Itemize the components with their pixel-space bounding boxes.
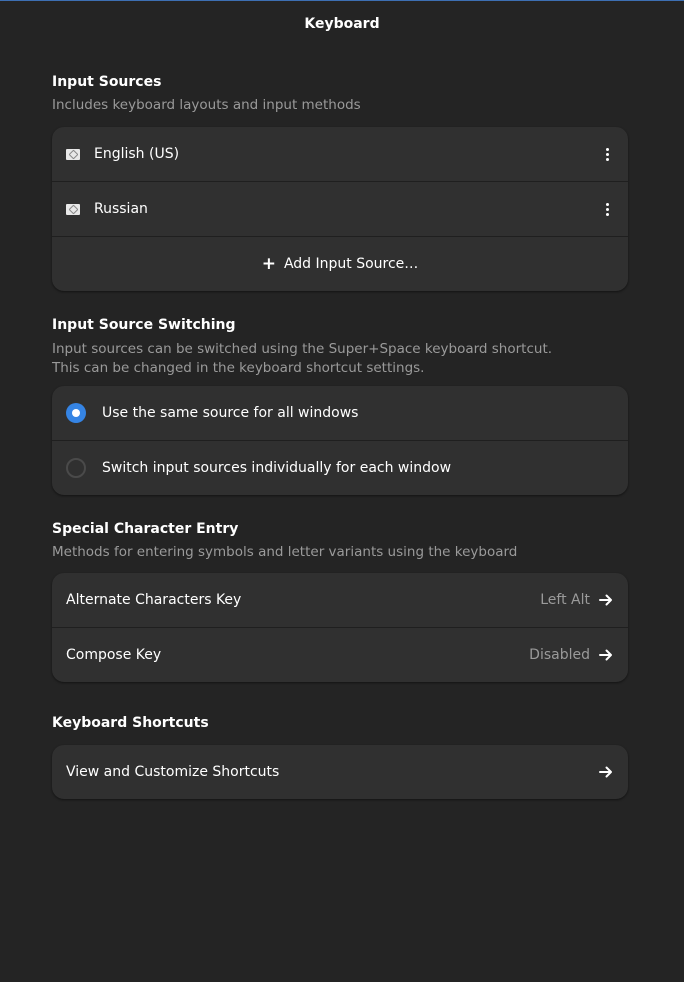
input-sources-title: Input Sources [52,74,162,90]
page-title: Keyboard [304,16,380,32]
add-input-source-label: Add Input Source… [283,256,419,272]
switch-option-label: Switch input sources individually for ea… [102,460,452,476]
special-character-section: Special Character Entry Methods for ente… [52,520,628,682]
keyboard-flag-icon [66,203,80,215]
switch-option-label: Use the same source for all windows [102,405,359,421]
switching-description-line: This can be changed in the keyboard shor… [52,360,425,376]
keyboard-flag-icon [66,148,80,160]
switching-section: Input Source Switching Input sources can… [52,316,628,495]
compose-key-label: Compose Key [66,647,162,663]
input-sources-card: English (US) Russian + Add Input Source… [52,127,628,291]
alternate-characters-key-label: Alternate Characters Key [66,592,242,608]
arrow-right-icon [599,766,612,778]
input-source-row-english[interactable]: English (US) [52,127,628,181]
add-input-source-button[interactable]: + Add Input Source… [52,236,628,291]
input-sources-section: Input Sources Includes keyboard layouts … [52,73,628,291]
switch-option-same-source[interactable]: Use the same source for all windows [52,386,628,440]
window-top-border [0,0,684,1]
more-options-icon[interactable] [600,202,614,216]
main-content: Input Sources Includes keyboard layouts … [52,48,628,799]
switching-title: Input Source Switching [52,317,236,333]
compose-key-value: Disabled [529,647,590,663]
special-character-title: Special Character Entry [52,521,239,537]
special-character-description: Methods for entering symbols and letter … [52,544,518,560]
switch-option-per-window[interactable]: Switch input sources individually for ea… [52,440,628,495]
view-customize-shortcuts-row[interactable]: View and Customize Shortcuts [52,745,628,799]
input-sources-description: Includes keyboard layouts and input meth… [52,97,361,113]
input-source-label: English (US) [94,146,180,162]
more-options-icon[interactable] [600,147,614,161]
radio-unselected-icon[interactable] [66,458,86,478]
compose-key-row[interactable]: Compose Key Disabled [52,627,628,682]
alternate-characters-key-row[interactable]: Alternate Characters Key Left Alt [52,573,628,627]
switching-description-line: Input sources can be switched using the … [52,341,553,357]
header-bar: Keyboard [0,0,684,48]
arrow-right-icon [599,594,612,606]
keyboard-shortcuts-title: Keyboard Shortcuts [52,715,209,731]
input-source-row-russian[interactable]: Russian [52,181,628,236]
keyboard-shortcuts-card: View and Customize Shortcuts [52,745,628,799]
plus-icon: + [261,254,276,274]
switching-card: Use the same source for all windows Swit… [52,386,628,495]
special-character-card: Alternate Characters Key Left Alt Compos… [52,573,628,682]
radio-selected-icon[interactable] [66,403,86,423]
arrow-right-icon [599,649,612,661]
view-customize-shortcuts-label: View and Customize Shortcuts [66,764,280,780]
input-source-label: Russian [94,201,148,217]
alternate-characters-key-value: Left Alt [540,592,590,608]
switching-description: Input sources can be switched using the … [52,340,628,378]
keyboard-shortcuts-section: Keyboard Shortcuts View and Customize Sh… [52,714,628,799]
